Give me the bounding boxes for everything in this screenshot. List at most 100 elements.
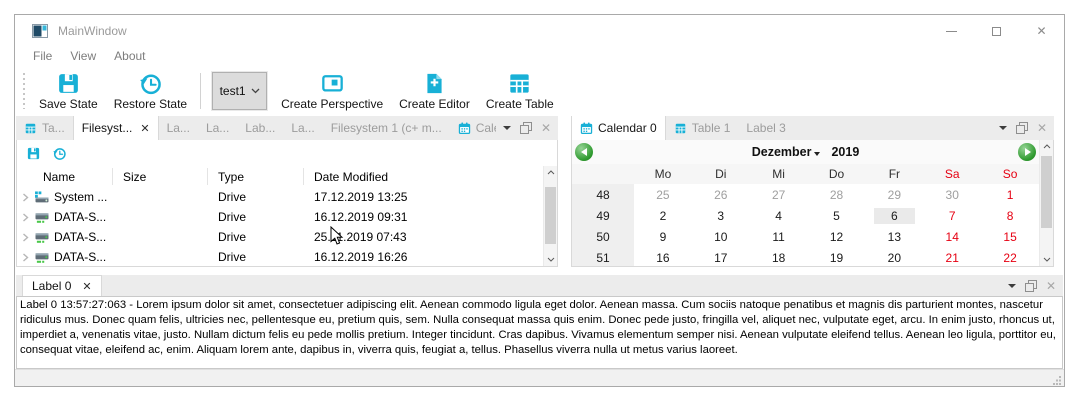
calendar-day[interactable]: 5 [808,205,866,226]
menu-view[interactable]: View [61,48,105,66]
column-header-date[interactable]: Date Modified [304,168,543,185]
column-header-name[interactable]: Name [17,168,113,185]
tab-label: Ta... [42,121,65,135]
close-dock-icon[interactable]: ✕ [541,122,551,134]
calendar-day[interactable]: 9 [634,226,692,247]
calendar-scrollbar[interactable] [1039,140,1053,266]
table-row[interactable]: DATA-S...Drive16.12.2019 09:31 [17,207,543,227]
calendar-day[interactable]: 4 [750,205,808,226]
perspective-select[interactable]: test1 [212,72,267,110]
create-table-button[interactable]: Create Table [478,69,562,113]
close-dock-icon[interactable]: ✕ [1046,280,1056,292]
day-number: 25 [656,187,669,203]
save-state-label: Save State [39,97,98,111]
calendar-day[interactable]: 30 [923,184,981,205]
float-dock-icon[interactable] [520,122,532,134]
calendar-day[interactable]: 8 [981,205,1039,226]
expand-chevron-icon[interactable] [21,213,30,222]
tab-lab[interactable]: Lab... [237,116,283,140]
table-row[interactable]: DATA-S...Drive16.12.2019 16:26 [17,247,543,267]
tab-calend[interactable]: Calend... [450,116,496,140]
scrollbar-thumb[interactable] [545,187,556,244]
dock-splitter-horizontal[interactable] [15,267,1064,275]
expand-chevron-icon[interactable] [21,253,30,262]
calendar-day[interactable]: 11 [750,226,808,247]
next-month-button[interactable] [1018,143,1036,161]
maximize-button[interactable] [974,15,1019,47]
dock-splitter-vertical[interactable] [564,116,565,267]
column-header-size[interactable]: Size [113,168,208,185]
tab-la[interactable]: La... [283,116,322,140]
toolbar-separator [200,73,201,109]
tab-label-3[interactable]: Label 3 [738,116,793,140]
close-dock-icon[interactable]: ✕ [1037,122,1047,134]
tab-close-icon[interactable]: ✕ [140,122,149,135]
titlebar[interactable]: MainWindow ✕ [15,15,1064,47]
calendar-day[interactable]: 25 [634,184,692,205]
calendar-day[interactable]: 20 [865,247,923,266]
tab-menu-icon[interactable] [503,126,511,130]
restore-icon[interactable] [52,146,67,161]
expand-chevron-icon[interactable] [21,233,30,242]
column-header-type[interactable]: Type [208,168,304,185]
calendar-day[interactable]: 13 [865,226,923,247]
calendar-title[interactable]: Dezember 2019 [593,145,1018,159]
expand-chevron-icon[interactable] [21,193,30,202]
calendar-day[interactable]: 21 [923,247,981,266]
scroll-down-icon[interactable] [1040,253,1053,266]
tab-filesystem-1-c-m[interactable]: Filesystem 1 (c+ m... [323,116,450,140]
calendar-day[interactable]: 26 [692,184,750,205]
toolbar-drag-handle[interactable] [22,73,26,109]
calendar-day[interactable]: 2 [634,205,692,226]
calendar-day[interactable]: 29 [865,184,923,205]
tab-calendar-0[interactable]: Calendar 0 [571,116,666,140]
calendar-day[interactable]: 7 [923,205,981,226]
close-button[interactable]: ✕ [1019,15,1064,47]
scroll-up-icon[interactable] [1040,140,1053,153]
calendar-day[interactable]: 18 [750,247,808,266]
calendar-day-selected[interactable]: 6 [865,205,923,226]
calendar-day[interactable]: 16 [634,247,692,266]
tab-menu-icon[interactable] [1008,284,1016,288]
tab-label-0[interactable]: Label 0 ✕ [22,275,102,296]
file-type: Drive [208,250,304,264]
resize-grip[interactable] [1052,375,1062,385]
scroll-down-icon[interactable] [544,253,557,266]
calendar-day[interactable]: 17 [692,247,750,266]
scroll-up-icon[interactable] [544,166,557,179]
minimize-button[interactable] [929,15,974,47]
calendar-day[interactable]: 14 [923,226,981,247]
float-dock-icon[interactable] [1016,122,1028,134]
float-dock-icon[interactable] [1025,280,1037,292]
menu-about[interactable]: About [105,48,154,66]
previous-month-button[interactable] [575,143,593,161]
restore-state-button[interactable]: Restore State [106,69,195,113]
tab-la[interactable]: La... [159,116,198,140]
tab-menu-icon[interactable] [999,126,1007,130]
calendar-day[interactable]: 15 [981,226,1039,247]
calendar-day[interactable]: 10 [692,226,750,247]
calendar-month[interactable]: Dezember [752,145,812,159]
calendar-day[interactable]: 12 [808,226,866,247]
create-perspective-button[interactable]: Create Perspective [273,69,391,113]
calendar-day[interactable]: 19 [808,247,866,266]
save-state-button[interactable]: Save State [31,69,106,113]
calendar-year[interactable]: 2019 [831,145,859,159]
save-icon[interactable] [26,146,41,161]
create-editor-button[interactable]: Create Editor [391,69,478,113]
scrollbar-thumb[interactable] [1041,156,1052,228]
calendar-day[interactable]: 27 [750,184,808,205]
tab-la[interactable]: La... [198,116,237,140]
table-row[interactable]: System ...Drive17.12.2019 13:25 [17,187,543,207]
table-row[interactable]: DATA-S...Drive25.11.2019 07:43 [17,227,543,247]
calendar-day[interactable]: 28 [808,184,866,205]
tab-close-icon[interactable]: ✕ [82,280,91,293]
calendar-day[interactable]: 3 [692,205,750,226]
tab-filesyst[interactable]: Filesyst...✕ [73,116,159,140]
file-table-scrollbar[interactable] [543,166,557,266]
calendar-day[interactable]: 22 [981,247,1039,266]
tab-ta[interactable]: Ta... [16,116,73,140]
tab-table-1[interactable]: Table 1 [666,116,739,140]
menu-file[interactable]: File [24,48,61,66]
calendar-day[interactable]: 1 [981,184,1039,205]
